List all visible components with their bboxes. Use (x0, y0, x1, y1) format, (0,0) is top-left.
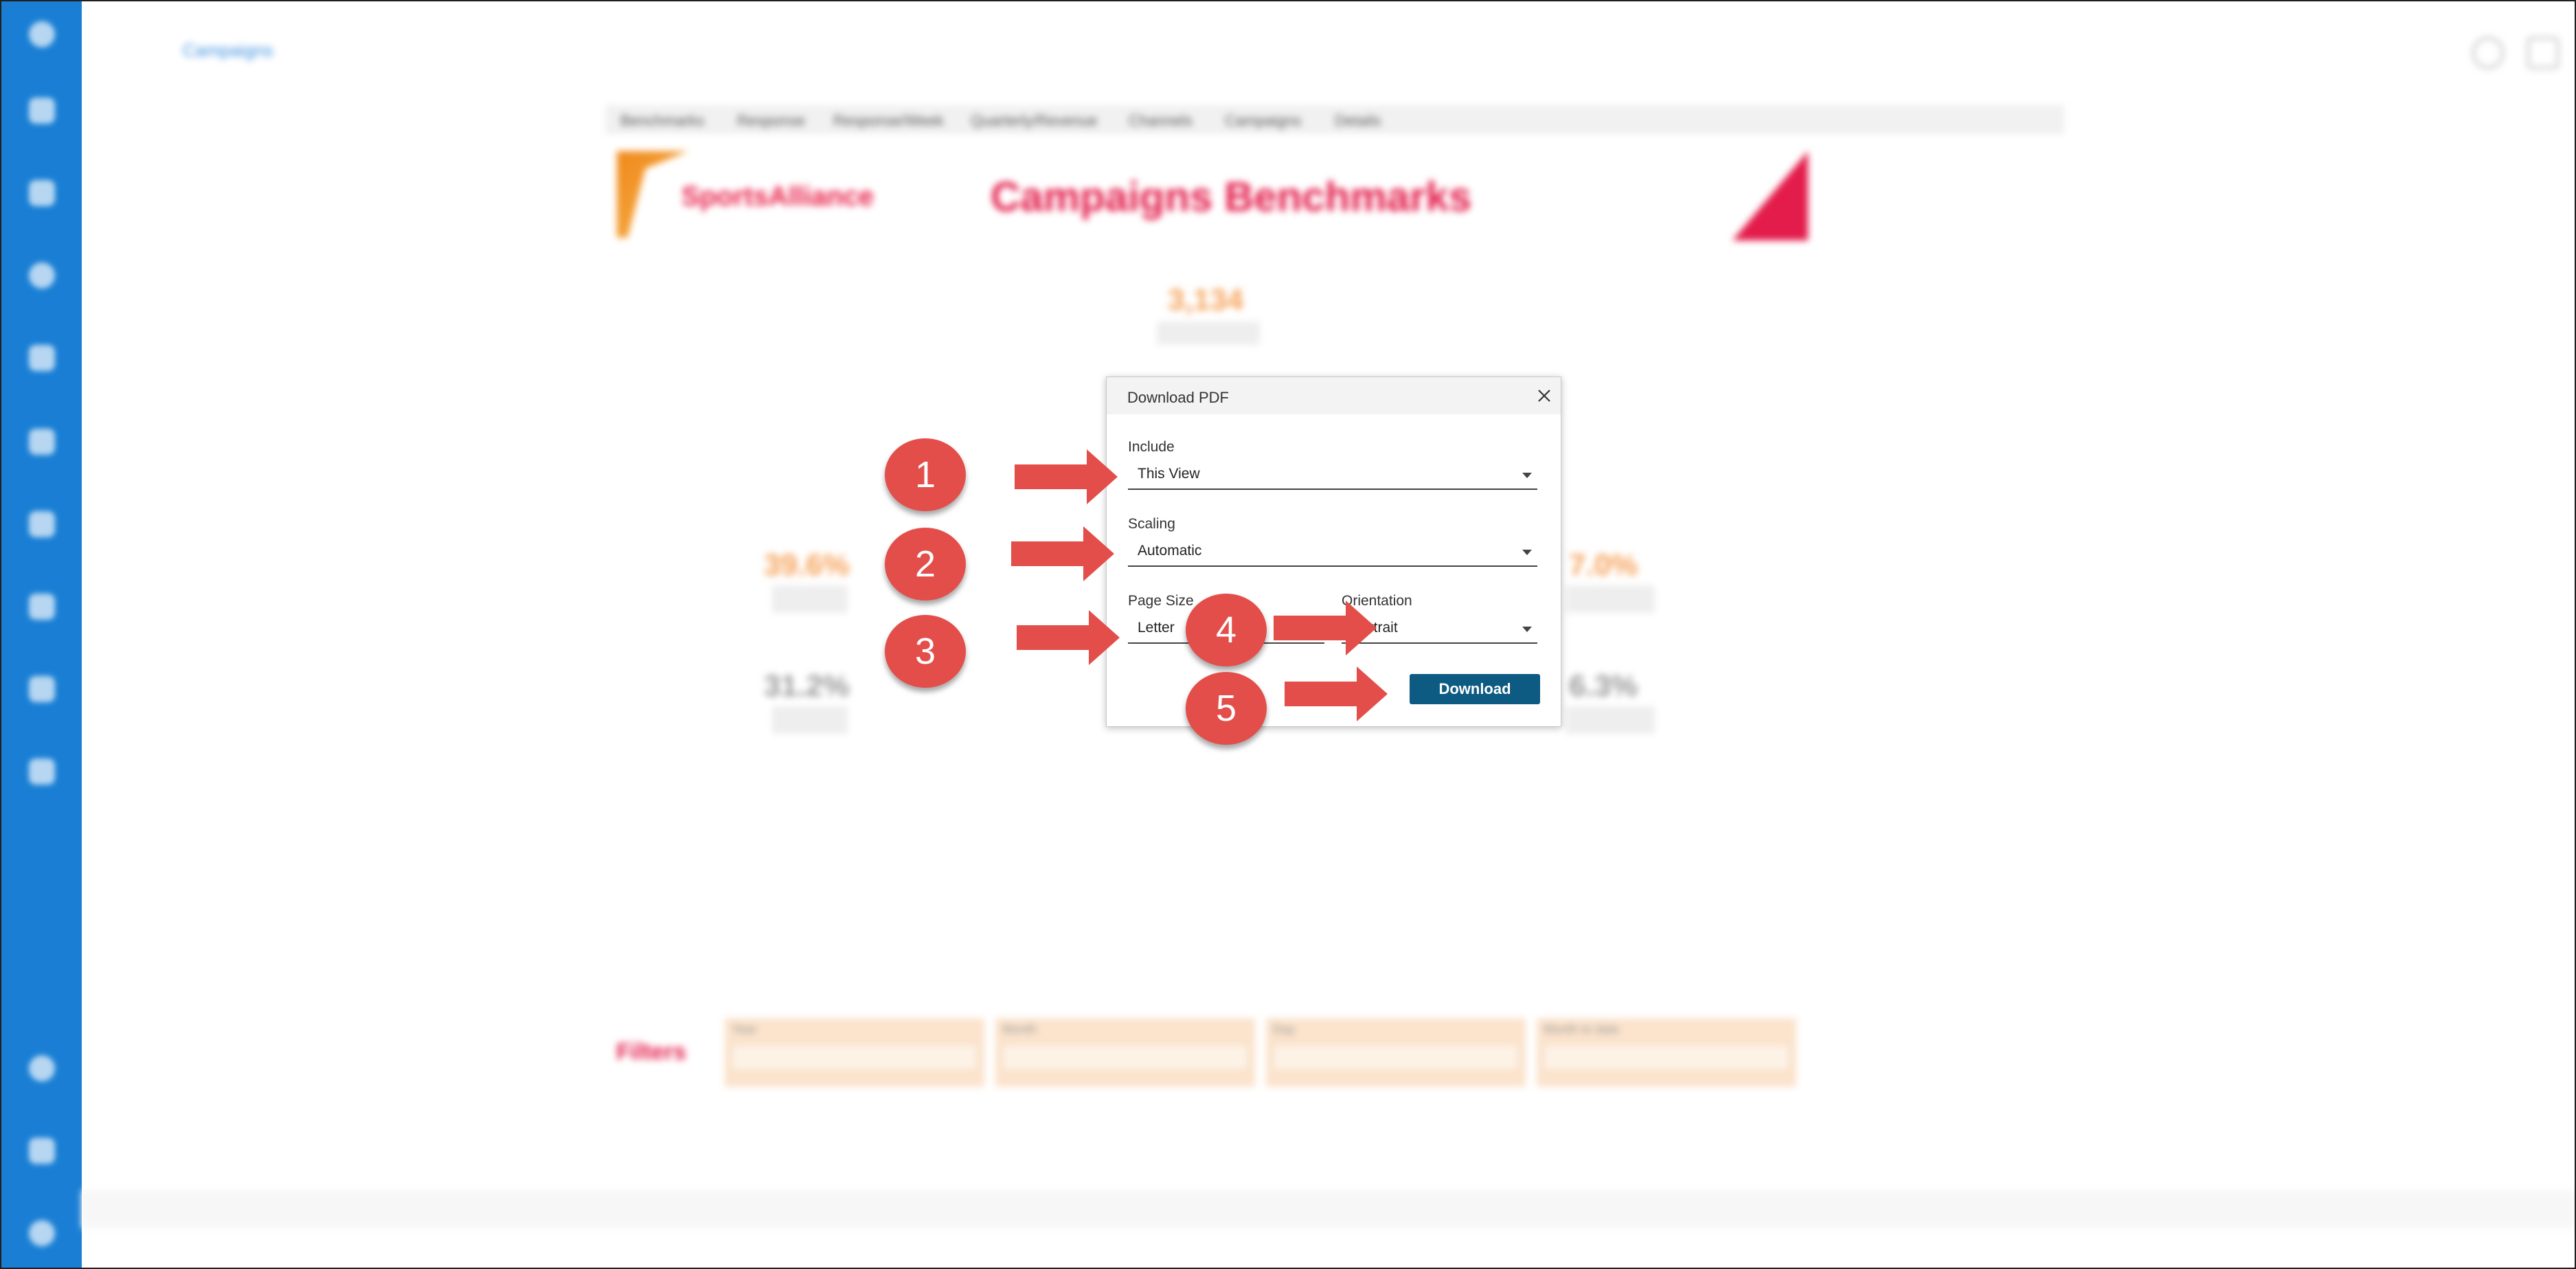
callout-badge-5: 5 (1186, 672, 1267, 745)
arrow-right-icon (1017, 610, 1120, 665)
scaling-select[interactable]: Automatic (1128, 538, 1537, 567)
toolbar-bottom (82, 1190, 2575, 1228)
filter-year-label: Year (732, 1022, 757, 1036)
report-icon[interactable] (26, 673, 58, 705)
user-menu-icon[interactable] (2527, 37, 2559, 69)
filter-day[interactable]: Day (1266, 1018, 1526, 1087)
scaling-value: Automatic (1138, 543, 1202, 559)
arrow-right-icon (1011, 526, 1114, 581)
include-label: Include (1128, 439, 1175, 455)
filter-month[interactable]: Month (995, 1018, 1255, 1087)
lightbulb-icon[interactable] (26, 342, 58, 374)
tab-channels[interactable]: Channels (1129, 112, 1193, 130)
kpi-avg-right: 6.3% (1569, 669, 1638, 703)
page-size-label: Page Size (1128, 593, 1194, 609)
scaling-label: Scaling (1128, 516, 1175, 532)
dialog-title: Download PDF (1127, 389, 1229, 406)
kpi-avg-left-caption (772, 706, 848, 734)
filter-day-label: Day (1273, 1022, 1296, 1036)
callout-badge-2: 2 (885, 528, 966, 600)
filter-month-to-date-label: Month to date (1544, 1022, 1620, 1036)
kpi-rate-left: 39.6% (764, 548, 850, 582)
tab-benchmarks[interactable]: Benchmarks (620, 112, 704, 130)
arrow-right-icon (1274, 600, 1377, 655)
filter-day-select[interactable] (1273, 1044, 1519, 1070)
chevron-down-icon (1522, 550, 1532, 555)
filter-month-to-date[interactable]: Month to date (1537, 1018, 1796, 1087)
arrow-right-icon (1015, 449, 1118, 504)
filter-month-select[interactable] (1002, 1044, 1248, 1070)
filters-label: Filters (616, 1039, 687, 1065)
kpi-avg-left: 31.2% (764, 669, 850, 703)
chevron-down-icon (1522, 473, 1532, 478)
help-icon[interactable] (26, 1053, 58, 1084)
dialog-header: Download PDF (1107, 377, 1561, 414)
tab-quarterly-revenue[interactable]: Quarterly/Revenue (971, 112, 1098, 130)
download-button[interactable]: Download (1410, 674, 1540, 704)
page-size-value: Letter (1138, 620, 1175, 636)
filter-year[interactable]: Year (725, 1018, 984, 1087)
campaign-icon[interactable] (26, 177, 58, 209)
kpi-rate-left-caption (772, 585, 848, 613)
settings-icon[interactable] (26, 1217, 58, 1249)
tools-icon[interactable] (26, 426, 58, 458)
include-select[interactable]: This View (1128, 461, 1537, 490)
filter-icon[interactable] (26, 508, 58, 540)
callout-badge-4: 4 (1186, 594, 1267, 666)
kpi-avg-right-caption (1566, 706, 1655, 734)
filter-month-to-date-select[interactable] (1544, 1044, 1789, 1070)
brand-logo-text: SportsAlliance (681, 181, 874, 212)
arrow-right-icon (1285, 666, 1388, 721)
dashboard-title: Campaigns Benchmarks (991, 174, 1472, 220)
brand-logo-icon (617, 151, 688, 238)
corner-graphic (1732, 151, 1808, 240)
kpi-rate-right: 7.0% (1569, 548, 1638, 582)
kpi-total-caption (1157, 322, 1260, 345)
chevron-down-icon (1522, 627, 1532, 632)
kpi-total: 3,134 (1168, 283, 1244, 317)
search-icon[interactable] (26, 260, 58, 291)
filter-year-select[interactable] (732, 1044, 978, 1070)
filter-month-label: Month (1002, 1022, 1037, 1036)
notification-icon[interactable] (2472, 37, 2504, 69)
megaphone-icon[interactable] (26, 95, 58, 126)
chart-icon[interactable] (26, 591, 58, 622)
analytics-icon[interactable] (26, 756, 58, 787)
tab-response[interactable]: Response (737, 112, 805, 130)
tab-details[interactable]: Details (1335, 112, 1381, 130)
dashboard-tabs: Benchmarks Response Response/Week Quarte… (606, 106, 2064, 133)
callout-badge-3: 3 (885, 615, 966, 688)
home-icon[interactable] (26, 19, 58, 50)
include-value: This View (1138, 466, 1200, 482)
breadcrumb[interactable]: Campaigns (183, 40, 273, 61)
side-nav (1, 1, 82, 1268)
tab-campaigns[interactable]: Campaigns (1225, 112, 1301, 130)
tab-response-week[interactable]: Response/Week (833, 112, 944, 130)
callout-badge-1: 1 (885, 438, 966, 511)
app-window: Campaigns Benchmarks Response Response/W… (0, 0, 2576, 1269)
chat-icon[interactable] (26, 1135, 58, 1167)
kpi-rate-right-caption (1566, 585, 1655, 613)
close-icon[interactable] (1535, 386, 1554, 405)
